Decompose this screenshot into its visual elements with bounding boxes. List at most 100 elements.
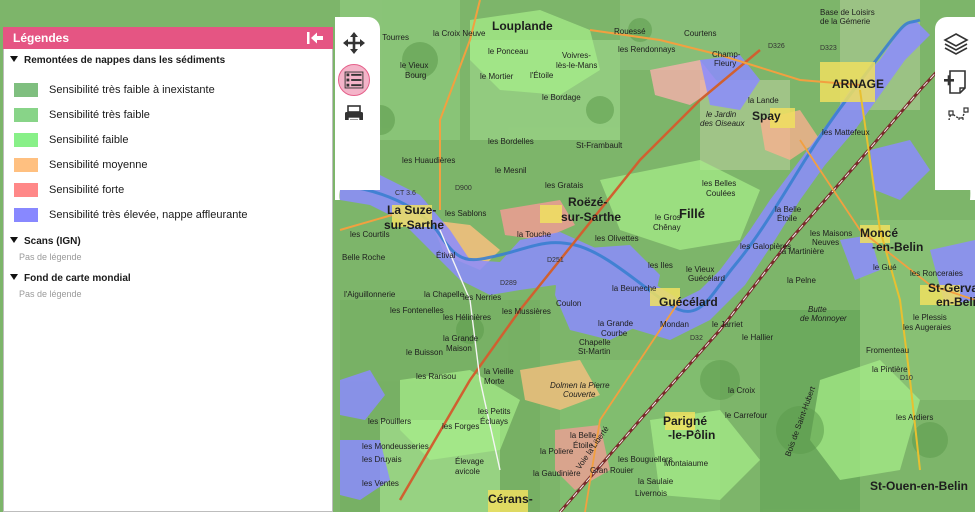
caret-down-icon: [10, 56, 18, 62]
svg-text:D251: D251: [547, 257, 564, 264]
add-layer-icon: [944, 70, 966, 94]
svg-text:les Huaudières: les Huaudières: [402, 156, 455, 165]
svg-text:les Nerries: les Nerries: [463, 293, 501, 302]
svg-text:la Pintière: la Pintière: [872, 365, 908, 374]
svg-text:Fromenteau: Fromenteau: [866, 346, 909, 355]
svg-text:ARNAGE: ARNAGE: [832, 77, 884, 91]
svg-text:les Mondeusseries: les Mondeusseries: [362, 442, 429, 451]
svg-text:le Gué: le Gué: [873, 263, 897, 272]
svg-text:Étival: Étival: [436, 251, 456, 260]
svg-text:Couverte: Couverte: [563, 390, 596, 399]
color-swatch: [14, 182, 38, 197]
svg-text:Élevage: Élevage: [455, 457, 484, 466]
legend-item-tres-faible: Sensibilité très faible: [14, 106, 150, 122]
svg-text:la Touche: la Touche: [517, 230, 552, 239]
color-swatch: [14, 207, 38, 222]
svg-text:l'Étoile: l'Étoile: [530, 71, 554, 80]
svg-text:la Chapelle: la Chapelle: [424, 290, 465, 299]
layers-button[interactable]: [941, 29, 971, 59]
svg-text:D32: D32: [690, 335, 703, 342]
svg-text:Bourg: Bourg: [405, 71, 426, 80]
svg-text:Parigné: Parigné: [663, 414, 707, 428]
svg-text:les Ransou: les Ransou: [416, 372, 456, 381]
svg-text:Étoile: Étoile: [777, 214, 798, 223]
add-layer-button[interactable]: [941, 66, 971, 96]
svg-text:avicole: avicole: [455, 467, 480, 476]
svg-text:les Rendonnays: les Rendonnays: [618, 45, 675, 54]
svg-text:les Fontenelles: les Fontenelles: [390, 306, 444, 315]
color-swatch: [14, 132, 38, 147]
color-swatch: [14, 82, 38, 97]
svg-text:les Mattefeux: les Mattefeux: [822, 128, 870, 137]
svg-text:les Hélinières: les Hélinières: [443, 313, 491, 322]
legend-section-scans-ign[interactable]: Scans (IGN): [10, 236, 81, 247]
svg-text:la Belle: la Belle: [775, 205, 802, 214]
svg-text:Courbe: Courbe: [601, 329, 628, 338]
svg-text:les Ventes: les Ventes: [362, 479, 399, 488]
svg-text:D289: D289: [500, 280, 517, 287]
svg-text:Coulon: Coulon: [556, 299, 581, 308]
svg-text:le Vieux: le Vieux: [686, 265, 714, 274]
svg-text:le Plessis: le Plessis: [913, 313, 947, 322]
svg-text:St-Gervais: St-Gervais: [928, 281, 975, 295]
pan-button[interactable]: [339, 28, 369, 58]
pan-arrows-icon: [343, 32, 365, 54]
svg-text:les Courtils: les Courtils: [350, 230, 390, 239]
legend-section-sediments[interactable]: Remontées de nappes dans les sédiments: [10, 55, 225, 66]
svg-text:les Sablons: les Sablons: [445, 209, 486, 218]
svg-text:les Iles: les Iles: [648, 261, 673, 270]
svg-text:la Grande: la Grande: [443, 334, 479, 343]
svg-text:la Poliere: la Poliere: [540, 447, 574, 456]
svg-text:en-Belin: en-Belin: [936, 295, 975, 309]
legend-item-moyenne: Sensibilité moyenne: [14, 156, 147, 172]
legend-header: Légendes: [3, 27, 333, 49]
svg-text:Rouessé: Rouessé: [614, 27, 646, 36]
legend-toggle-button[interactable]: [338, 64, 370, 96]
legend-item-faible: Sensibilité faible: [14, 131, 129, 147]
svg-text:le Vieux: le Vieux: [400, 61, 428, 70]
svg-text:Voivres-: Voivres-: [562, 51, 591, 60]
svg-text:le Gros: le Gros: [655, 213, 681, 222]
svg-text:Mondan: Mondan: [660, 320, 689, 329]
svg-text:Chênay: Chênay: [653, 223, 681, 232]
svg-text:Courtens: Courtens: [684, 29, 716, 38]
svg-text:de Monnoyer: de Monnoyer: [800, 314, 847, 323]
svg-text:Chapelle: Chapelle: [579, 338, 611, 347]
svg-text:Base de Loisirs: Base de Loisirs: [820, 8, 875, 17]
svg-text:le Buisson: le Buisson: [406, 348, 443, 357]
svg-text:sur-Sarthe: sur-Sarthe: [384, 218, 444, 232]
legend-section-fond-carte[interactable]: Fond de carte mondial: [10, 273, 131, 284]
svg-text:les Forges: les Forges: [442, 422, 479, 431]
svg-text:Champ-: Champ-: [712, 50, 741, 59]
svg-text:la Vieille: la Vieille: [484, 367, 514, 376]
svg-text:D326: D326: [768, 43, 785, 50]
legend-item-forte: Sensibilité forte: [14, 181, 124, 197]
no-legend-note: Pas de légende: [19, 252, 82, 262]
svg-text:les Augeraies: les Augeraies: [903, 323, 951, 332]
svg-text:Roëzé-: Roëzé-: [568, 195, 607, 209]
svg-text:D10: D10: [900, 375, 913, 382]
svg-text:St-Frambault: St-Frambault: [576, 141, 623, 150]
svg-text:le Ponceau: le Ponceau: [488, 47, 528, 56]
svg-text:CT 3.6: CT 3.6: [395, 190, 416, 197]
svg-text:St-Martin: St-Martin: [578, 347, 610, 356]
svg-text:les Maisons: les Maisons: [810, 229, 852, 238]
legend-item-tres-faible-inexistante: Sensibilité très faible à inexistante: [14, 81, 215, 97]
collapse-panel-button[interactable]: [306, 30, 324, 46]
svg-text:les Olivettes: les Olivettes: [595, 234, 639, 243]
svg-text:Guécélard: Guécélard: [688, 274, 725, 283]
svg-text:de la Gémerie: de la Gémerie: [820, 17, 871, 26]
svg-text:Fillé: Fillé: [679, 206, 705, 221]
no-legend-note: Pas de légende: [19, 289, 82, 299]
svg-text:Butte: Butte: [808, 305, 827, 314]
svg-text:le Jarriet: le Jarriet: [712, 320, 743, 329]
svg-text:l'Aiguillonnerie: l'Aiguillonnerie: [344, 290, 396, 299]
svg-text:les Ronceraies: les Ronceraies: [910, 269, 963, 278]
legend-title: Légendes: [13, 31, 70, 45]
svg-text:des Oiseaux: des Oiseaux: [700, 119, 745, 128]
svg-text:les Gratais: les Gratais: [545, 181, 583, 190]
svg-text:Livernois: Livernois: [635, 489, 667, 498]
svg-text:St-Ouen-en-Belin: St-Ouen-en-Belin: [870, 479, 968, 493]
svg-text:sur-Sarthe: sur-Sarthe: [561, 210, 621, 224]
caret-down-icon: [10, 274, 18, 280]
